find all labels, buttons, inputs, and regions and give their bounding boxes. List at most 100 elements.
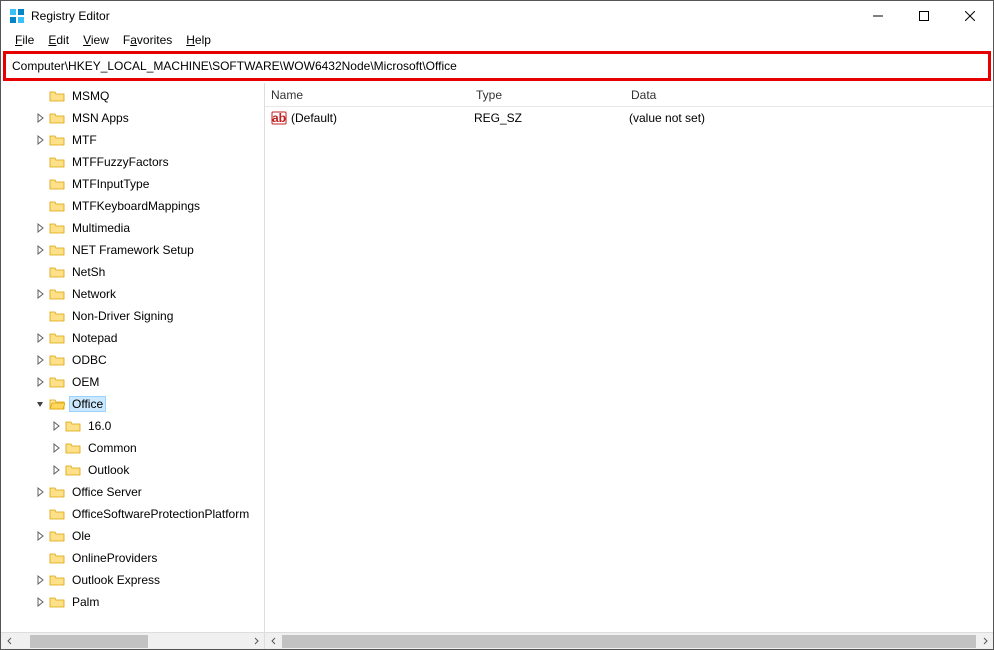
tree-item-label: ODBC [69,352,110,368]
app-icon [9,8,25,24]
tree-item[interactable]: Outlook [1,459,264,481]
tree-hscrollbar[interactable] [1,632,264,649]
tree-item[interactable]: OfficeSoftwareProtectionPlatform [1,503,264,525]
tree-item[interactable]: Ole [1,525,264,547]
chevron-right-icon[interactable] [49,419,63,433]
tree-item-label: Office Server [69,484,145,500]
tree-item[interactable]: Multimedia [1,217,264,239]
tree-item[interactable]: Office [1,393,264,415]
tree-item-label: Common [85,440,140,456]
tree-item[interactable]: MTFKeyboardMappings [1,195,264,217]
tree-item-label: Ole [69,528,94,544]
tree-hscroll-thumb[interactable] [30,635,148,648]
tree-item[interactable]: MTF [1,129,264,151]
folder-icon [49,111,65,125]
close-button[interactable] [947,1,993,31]
folder-icon [49,529,65,543]
values-hscroll-thumb[interactable] [282,635,976,648]
string-value-icon: ab [271,110,287,126]
chevron-right-icon[interactable] [33,353,47,367]
folder-icon [49,89,65,103]
folder-icon [49,177,65,191]
tree-item-label: Outlook [85,462,132,478]
body: MSMQ MSN Apps MTF MTFFuzzyFactors MTFInputTy… [1,83,993,649]
tree-item-label: OnlineProviders [69,550,160,566]
scroll-left-icon[interactable] [1,633,18,650]
tree-item[interactable]: ODBC [1,349,264,371]
folder-icon [65,463,81,477]
tree-item[interactable]: Notepad [1,327,264,349]
tree-item[interactable]: MSMQ [1,85,264,107]
column-type[interactable]: Type [470,88,625,102]
minimize-button[interactable] [855,1,901,31]
chevron-right-icon[interactable] [33,331,47,345]
tree-item-label: Palm [69,594,102,610]
chevron-right-icon[interactable] [49,441,63,455]
menu-view[interactable]: View [77,32,115,48]
tree-item[interactable]: OnlineProviders [1,547,264,569]
list-item[interactable]: ab(Default)REG_SZ(value not set) [265,107,993,129]
tree-item-label: Notepad [69,330,120,346]
tree-item[interactable]: Outlook Express [1,569,264,591]
folder-icon [49,375,65,389]
tree-hscroll-track[interactable] [18,633,247,650]
tree-item-label: MTFInputType [69,176,152,192]
tree-item-label: MSN Apps [69,110,132,126]
tree-item-label: Non-Driver Signing [69,308,176,324]
chevron-right-icon[interactable] [49,463,63,477]
tree-view[interactable]: MSMQ MSN Apps MTF MTFFuzzyFactors MTFInputTy… [1,83,264,632]
tree-item-label: OEM [69,374,102,390]
menu-help[interactable]: Help [180,32,217,48]
tree-item-label: NET Framework Setup [69,242,197,258]
maximize-button[interactable] [901,1,947,31]
menu-file[interactable]: File [9,32,40,48]
scroll-right-icon[interactable] [976,633,993,650]
folder-icon [49,133,65,147]
tree-item[interactable]: 16.0 [1,415,264,437]
tree-item[interactable]: Common [1,437,264,459]
chevron-right-icon[interactable] [33,111,47,125]
chevron-right-icon[interactable] [33,573,47,587]
chevron-right-icon[interactable] [33,243,47,257]
menu-favorites[interactable]: Favorites [117,32,178,48]
titlebar: Registry Editor [1,1,993,31]
chevron-right-icon[interactable] [33,133,47,147]
tree-item[interactable]: MTFFuzzyFactors [1,151,264,173]
folder-icon [49,507,65,521]
tree-item[interactable]: OEM [1,371,264,393]
folder-icon [65,441,81,455]
values-panel: Name Type Data ab(Default)REG_SZ(value n… [265,83,993,649]
chevron-right-icon[interactable] [33,287,47,301]
tree-item[interactable]: MTFInputType [1,173,264,195]
menu-edit[interactable]: Edit [42,32,75,48]
chevron-right-icon[interactable] [33,221,47,235]
address-input[interactable] [8,56,986,76]
tree-item-label: OfficeSoftwareProtectionPlatform [69,506,252,522]
folder-icon [49,551,65,565]
folder-icon [49,397,65,411]
tree-item[interactable]: NetSh [1,261,264,283]
scroll-left-icon[interactable] [265,633,282,650]
list-header: Name Type Data [265,83,993,107]
chevron-right-icon[interactable] [33,485,47,499]
tree-item[interactable]: Office Server [1,481,264,503]
tree-item[interactable]: Non-Driver Signing [1,305,264,327]
tree-item[interactable]: Palm [1,591,264,613]
chevron-right-icon[interactable] [33,529,47,543]
chevron-right-icon[interactable] [33,595,47,609]
column-data[interactable]: Data [625,88,993,102]
folder-icon [49,155,65,169]
tree-item[interactable]: MSN Apps [1,107,264,129]
folder-icon [49,199,65,213]
scroll-right-icon[interactable] [247,633,264,650]
column-name[interactable]: Name [265,88,470,102]
values-hscrollbar[interactable] [265,632,993,649]
tree-item-label: MTFFuzzyFactors [69,154,172,170]
chevron-right-icon[interactable] [33,375,47,389]
folder-icon [49,243,65,257]
chevron-down-icon[interactable] [33,397,47,411]
tree-item[interactable]: Network [1,283,264,305]
values-list[interactable]: Name Type Data ab(Default)REG_SZ(value n… [265,83,993,632]
tree-item[interactable]: NET Framework Setup [1,239,264,261]
values-hscroll-track[interactable] [282,633,976,650]
